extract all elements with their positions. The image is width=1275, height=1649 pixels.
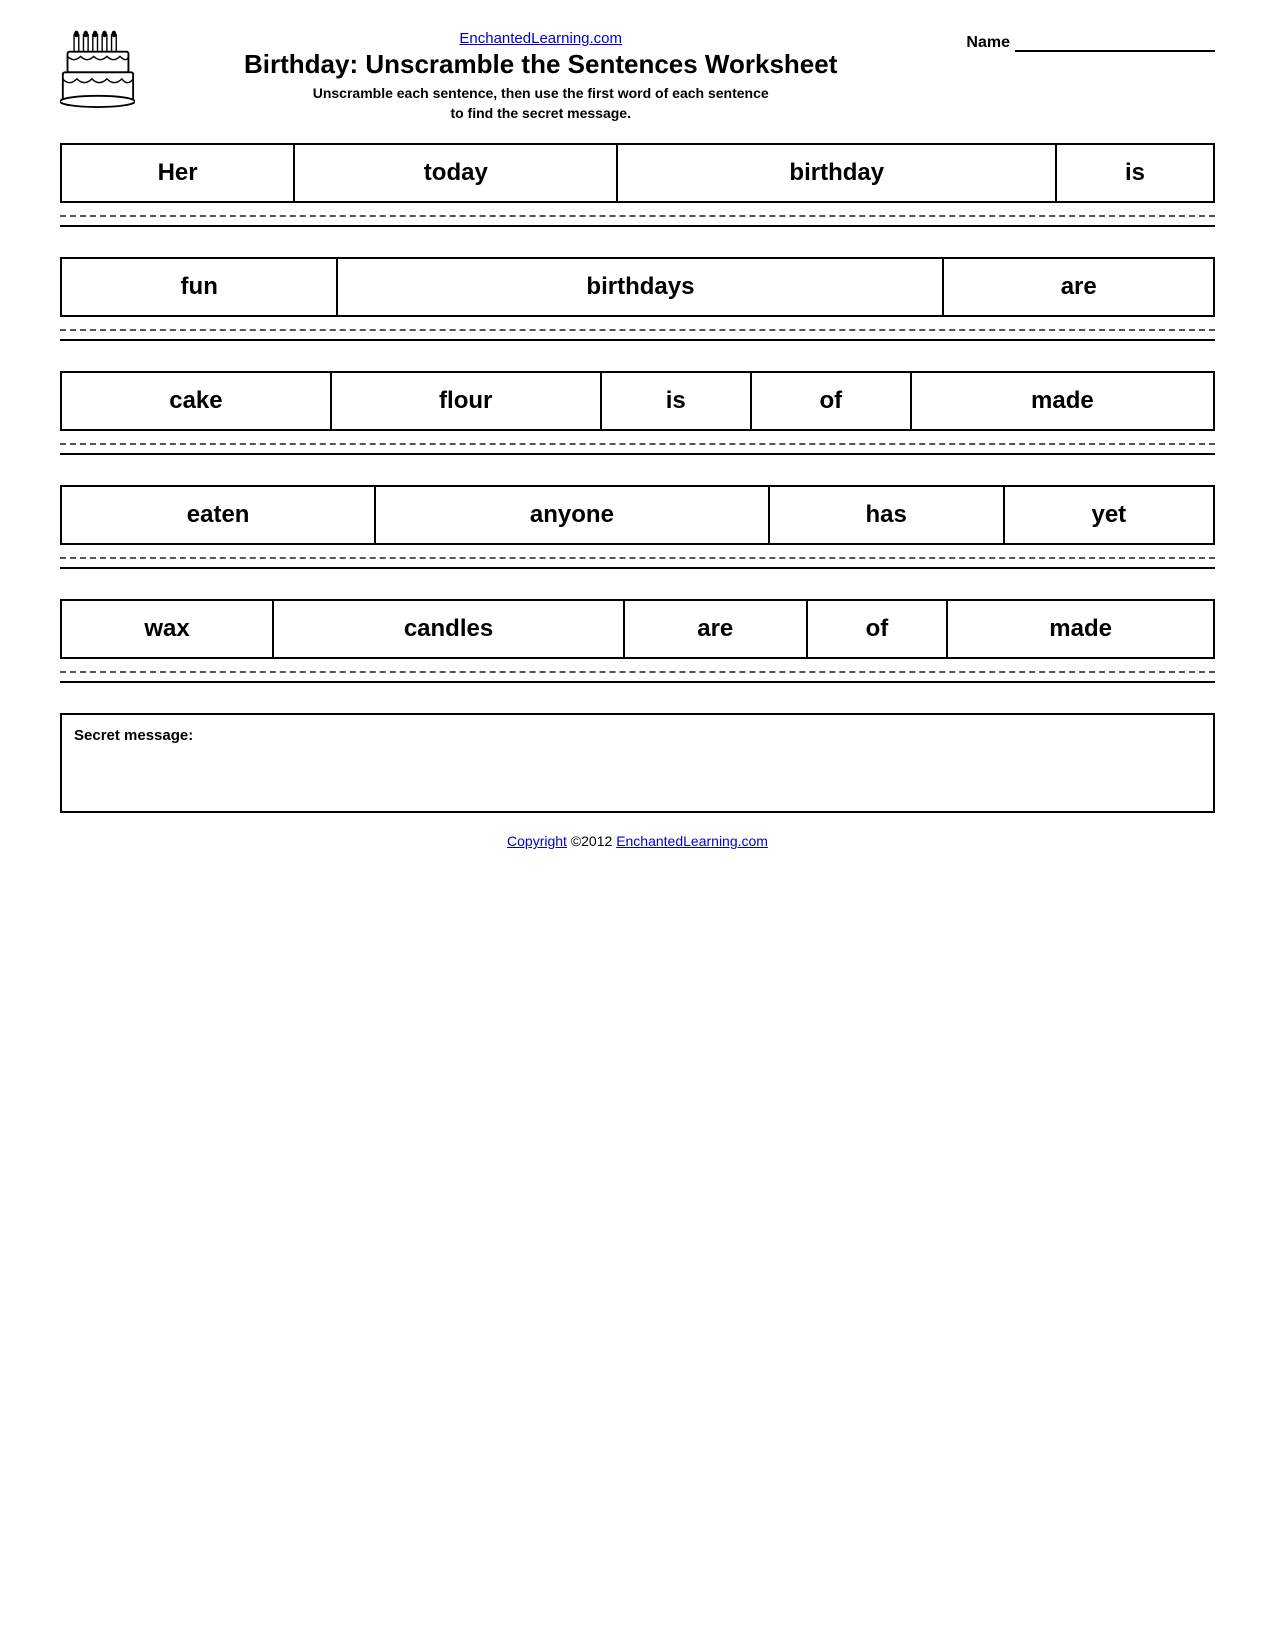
solid-line — [60, 567, 1215, 569]
word-cell: today — [294, 144, 617, 202]
word-cell: eaten — [61, 486, 375, 544]
answer-area-4 — [60, 557, 1215, 569]
word-cell: candles — [273, 600, 624, 658]
sentence-section-4: eaten anyone has yet — [60, 485, 1215, 569]
sentence-section-2: fun birthdays are — [60, 257, 1215, 341]
word-table-1: Her today birthday is — [60, 143, 1215, 203]
word-cell: Her — [61, 144, 294, 202]
solid-line — [60, 453, 1215, 455]
solid-line — [60, 339, 1215, 341]
copyright-year: ©2012 — [571, 833, 612, 849]
word-cell: is — [601, 372, 751, 430]
page-footer: Copyright ©2012 EnchantedLearning.com — [60, 833, 1215, 849]
name-input-line[interactable] — [1015, 30, 1215, 52]
dotted-line — [60, 329, 1215, 331]
word-cell: wax — [61, 600, 273, 658]
dotted-line — [60, 443, 1215, 445]
answer-area-2 — [60, 329, 1215, 341]
answer-area-3 — [60, 443, 1215, 455]
word-table-3: cake flour is of made — [60, 371, 1215, 431]
word-cell: are — [624, 600, 807, 658]
worksheet-title: Birthday: Unscramble the Sentences Works… — [135, 49, 946, 80]
word-cell: fun — [61, 258, 337, 316]
secret-message-label: Secret message: — [74, 727, 193, 744]
footer-site-link[interactable]: EnchantedLearning.com — [616, 833, 768, 849]
word-cell: made — [911, 372, 1214, 430]
answer-area-5 — [60, 671, 1215, 683]
solid-line — [60, 225, 1215, 227]
word-cell: are — [943, 258, 1214, 316]
secret-message-box[interactable]: Secret message: — [60, 713, 1215, 813]
word-cell: anyone — [375, 486, 768, 544]
word-cell: yet — [1004, 486, 1214, 544]
word-cell: is — [1056, 144, 1214, 202]
answer-area-1 — [60, 215, 1215, 227]
sentence-section-5: wax candles are of made — [60, 599, 1215, 683]
sentence-section-1: Her today birthday is — [60, 143, 1215, 227]
word-table-5: wax candles are of made — [60, 599, 1215, 659]
word-cell: has — [769, 486, 1004, 544]
word-table-4: eaten anyone has yet — [60, 485, 1215, 545]
word-cell: flour — [331, 372, 601, 430]
word-table-2: fun birthdays are — [60, 257, 1215, 317]
solid-line — [60, 681, 1215, 683]
sentence-section-3: cake flour is of made — [60, 371, 1215, 455]
word-cell: of — [751, 372, 911, 430]
header-text-block: EnchantedLearning.com Birthday: Unscramb… — [135, 30, 946, 123]
worksheet-subtitle: Unscramble each sentence, then use the f… — [313, 85, 769, 121]
name-label: Name — [966, 34, 1010, 52]
word-cell: made — [947, 600, 1214, 658]
cake-icon — [60, 30, 135, 110]
dotted-line — [60, 671, 1215, 673]
dotted-line — [60, 557, 1215, 559]
word-cell: birthdays — [337, 258, 943, 316]
name-field: Name — [966, 30, 1215, 57]
word-cell: of — [807, 600, 948, 658]
word-cell: cake — [61, 372, 331, 430]
site-link[interactable]: EnchantedLearning.com — [135, 30, 946, 47]
word-cell: birthday — [617, 144, 1056, 202]
copyright-text: Copyright — [507, 833, 567, 849]
page-header: EnchantedLearning.com Birthday: Unscramb… — [60, 30, 1215, 123]
dotted-line — [60, 215, 1215, 217]
